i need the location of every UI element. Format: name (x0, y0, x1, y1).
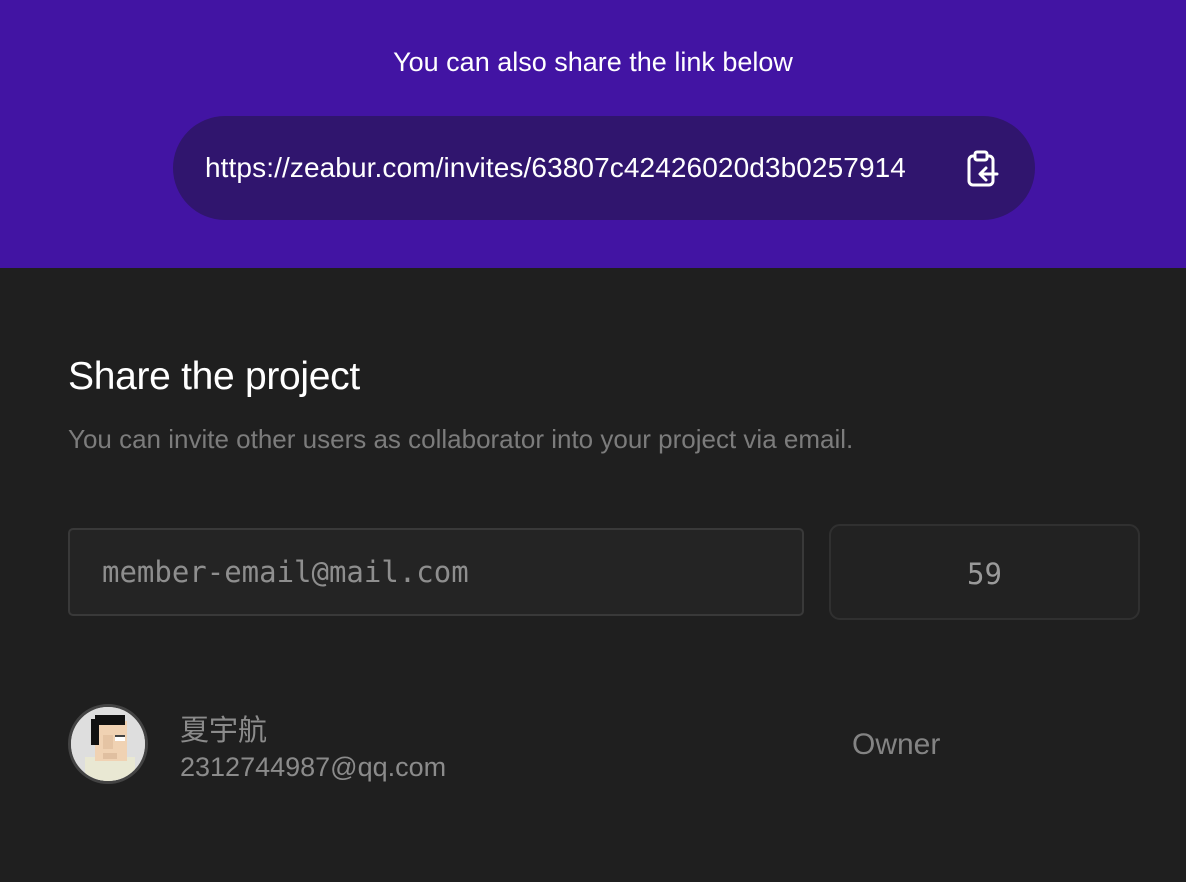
pixel-avatar-icon (71, 707, 145, 781)
share-project-title: Share the project (68, 355, 360, 398)
share-link-banner: You can also share the link below https:… (0, 0, 1186, 268)
share-project-description: You can invite other users as collaborat… (68, 424, 854, 454)
member-avatar (68, 704, 148, 784)
clipboard-copy-icon (967, 150, 999, 187)
invite-count-value: 59 (967, 557, 1002, 591)
member-email-input[interactable] (68, 528, 804, 616)
share-link-caption: You can also share the link below (393, 47, 793, 77)
member-email: 2312744987@qq.com (180, 752, 447, 782)
invite-link-text[interactable]: https://zeabur.com/invites/63807c4242602… (205, 152, 906, 184)
member-role: Owner (852, 728, 941, 761)
copy-link-button[interactable] (964, 150, 1002, 188)
member-name: 夏宇航 (180, 713, 268, 747)
invite-link-box[interactable]: https://zeabur.com/invites/63807c4242602… (173, 116, 1035, 220)
invite-count-box[interactable]: 59 (829, 524, 1140, 620)
